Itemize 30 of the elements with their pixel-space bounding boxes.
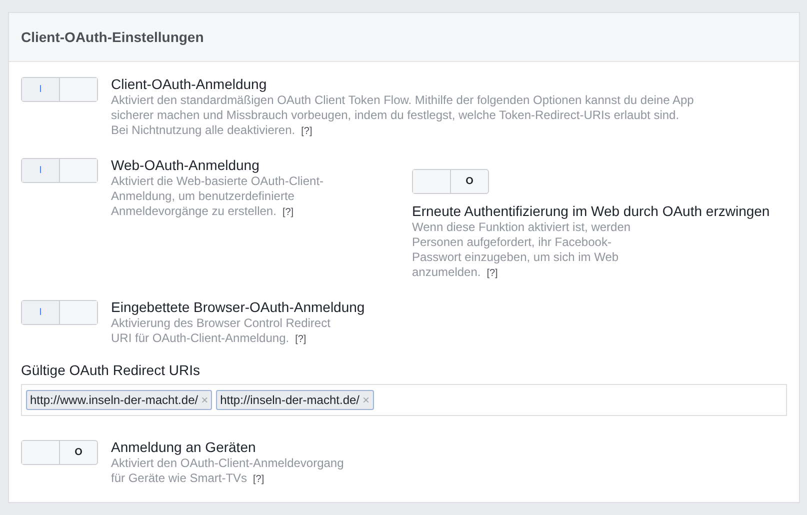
setting-description: anzumelden. xyxy=(412,265,481,280)
setting-description: sicherer machen und Missbrauch vorbeugen, indem du festlegst, welche Token-Redirect-URIs erlaubt sind. xyxy=(111,108,680,123)
help-link[interactable]: [?] xyxy=(295,334,306,345)
setting-description: Wenn diese Funktion aktiviert ist, werden xyxy=(412,220,631,235)
setting-description: Aktiviert den OAuth-Client-Anmeldevorgang xyxy=(111,456,344,471)
setting-title: Web-OAuth-Anmeldung xyxy=(111,156,260,174)
toggle-switch[interactable]: O xyxy=(412,169,489,194)
setting-description: Anmeldevorgänge zu erstellen. xyxy=(111,204,276,219)
setting-description: für Geräte wie Smart-TVs xyxy=(111,471,248,486)
help-link[interactable]: [?] xyxy=(253,474,264,485)
uri-text: http://inseln-der-macht.de/ xyxy=(220,393,360,407)
setting-description: Passwort einzugeben, um sich im Web xyxy=(412,250,619,265)
help-link[interactable]: [?] xyxy=(301,126,312,137)
help-link[interactable]: [?] xyxy=(282,207,294,218)
panel-title: Client-OAuth-Einstellungen xyxy=(21,29,204,45)
setting-description: Aktivierung des Browser Control Redirect xyxy=(111,316,330,331)
setting-description: Anmeldung, um benutzerdefinierte xyxy=(111,189,294,204)
field-label: Gültige OAuth Redirect URIs xyxy=(21,362,201,378)
setting-description: Aktiviert die Web-basierte OAuth-Client- xyxy=(111,174,324,189)
setting-description: Bei Nichtnutzung alle deaktivieren. xyxy=(111,123,296,138)
toggle-switch[interactable]: O xyxy=(21,440,98,465)
setting-title: Erneute Authentifizierung im Web durch OAuth erzwingen xyxy=(412,202,770,220)
setting-description: Personen aufgefordert, ihr Facebook- xyxy=(412,235,612,250)
setting-description: Aktiviert den standardmäßigen OAuth Client Token Flow. Mithilfe der folgenden Optionen kannst du deine App xyxy=(111,93,694,108)
setting-description: URI für OAuth-Client-Anmeldung. xyxy=(111,331,290,346)
setting-title: Client-OAuth-Anmeldung xyxy=(111,75,267,93)
uri-text: http://www.inseln-der-macht.de/ xyxy=(30,393,198,407)
setting-title: Eingebettete Browser-OAuth-Anmeldung xyxy=(111,298,365,316)
setting-title: Anmeldung an Geräten xyxy=(111,438,256,456)
help-link[interactable]: [?] xyxy=(486,268,498,279)
